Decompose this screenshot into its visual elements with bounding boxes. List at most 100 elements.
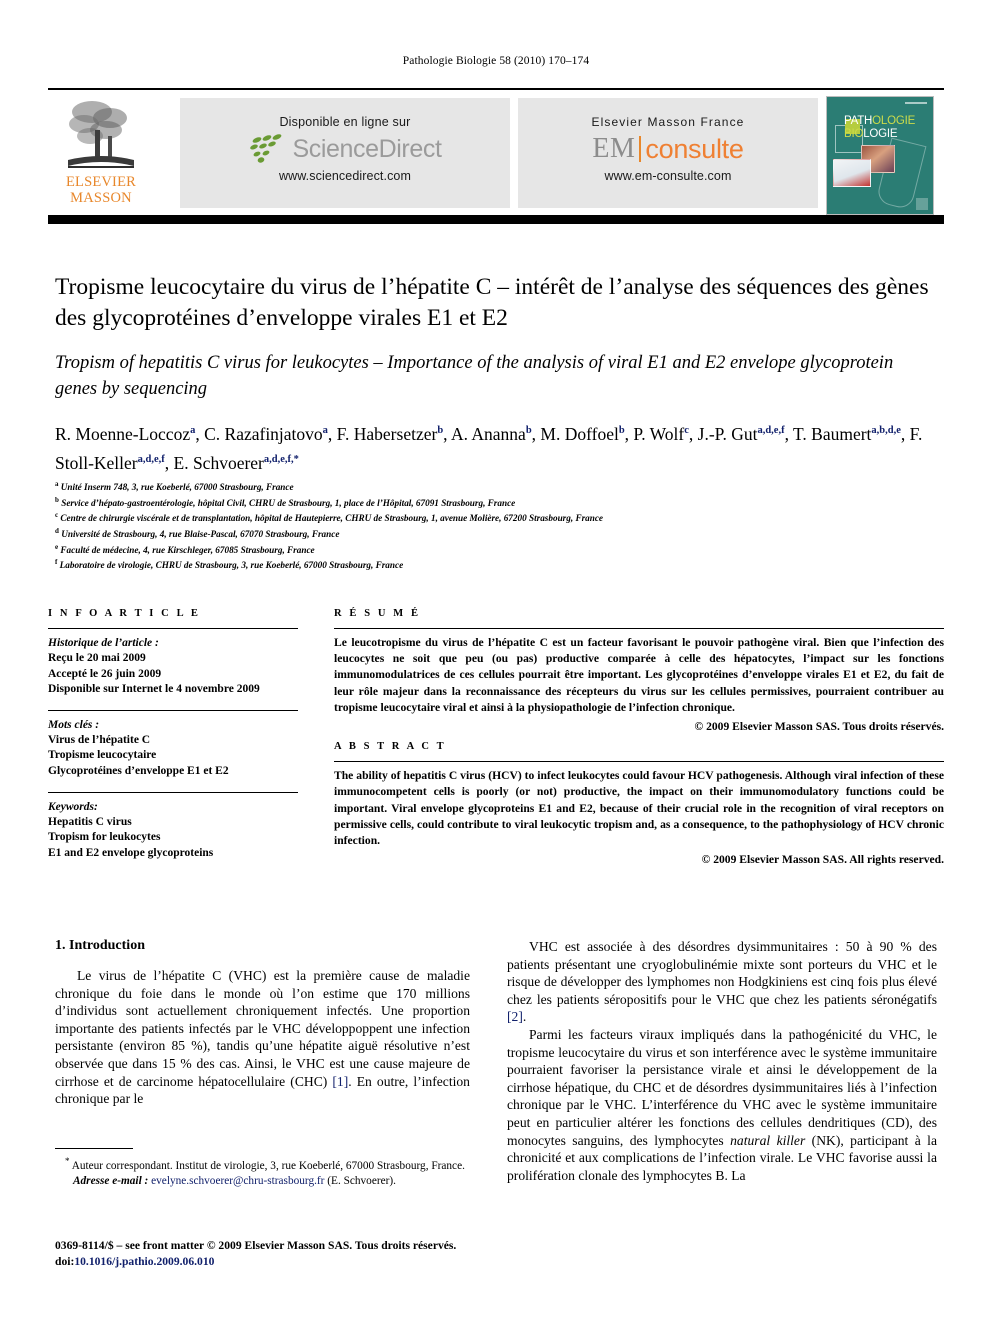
banner-top-rule (48, 88, 944, 90)
abstract-label: A B S T R A C T (334, 741, 447, 753)
info-article-label: I N F O A R T I C L E (48, 608, 201, 619)
email-label: Adresse e-mail : (73, 1174, 149, 1187)
sciencedirect-logo: ScienceDirect (180, 129, 510, 169)
info-line: Tropisme leucocytaire (48, 749, 157, 762)
banner-bottom-rule (48, 215, 944, 224)
author-affil-marks: a,d,e,f,* (263, 453, 299, 465)
abstract-column: R É S U M É Le leucotropisme du virus de… (334, 608, 944, 868)
info-divider-3 (48, 791, 298, 793)
journal-article-page: Pathologie Biologie 58 (2010) 170–174 EL… (0, 0, 992, 1323)
section-heading-introduction: 1. Introduction (55, 938, 145, 953)
email-note: Adresse e-mail : evelyne.schvoerer@chru-… (73, 1174, 396, 1187)
history-lines: Reçu le 20 mai 2009 Accepté le 26 juin 20… (48, 651, 298, 698)
affiliation-mark: b (55, 495, 59, 504)
sciencedirect-caption: Disponible en ligne sur (279, 115, 411, 129)
elsevier-masson-logo: ELSEVIER MASSON (60, 96, 142, 213)
footnote-rule (55, 1148, 133, 1149)
cover-title-part3: BIO (844, 127, 864, 140)
author-affil-marks: a (190, 425, 196, 436)
author-affil-marks: b (525, 425, 532, 436)
author: M. Doffoelb, (540, 423, 630, 444)
emconsulte-url[interactable]: www.em-consulte.com (518, 169, 818, 183)
emconsulte-logo: EM consulte (518, 129, 818, 169)
author: A. Anannab, (450, 423, 537, 444)
resume-text: Le leucotropisme du virus de l’hépatite … (334, 636, 944, 714)
body-column-left: 1. Introduction Le virus de l’hépatite C… (55, 938, 470, 1108)
emconsulte-divider (639, 136, 642, 162)
info-divider-2 (48, 709, 298, 711)
resume-divider (334, 628, 944, 629)
author-affil-marks: b (437, 425, 444, 436)
affiliation: b Service d’hépato-gastroentérologie, hô… (55, 495, 516, 508)
sciencedirect-panel[interactable]: Disponible en ligne sur ScienceDirect ww… (180, 98, 510, 208)
page-title-fr: Tropisme leucocytaire du virus de l’hépa… (55, 274, 929, 331)
sciencedirect-leaves-icon (250, 134, 282, 163)
keywords-label: Keywords: (48, 800, 98, 813)
info-line: Glycoprotéines d’enveloppe E1 et E2 (48, 764, 229, 777)
resume-label: R É S U M É (334, 608, 421, 619)
citation-link[interactable]: [1] (332, 1074, 348, 1089)
author: F. Habersetzerb, (336, 423, 448, 444)
cover-title-part1: PATH (844, 115, 873, 127)
intro-paragraph-right-1: VHC est associée à des désordres dysimmu… (507, 939, 937, 1025)
keywords-lines: Hepatitis C virus Tropism for leukocytes E… (48, 815, 298, 862)
cover-photo-2 (833, 159, 871, 187)
body-column-right: VHC est associée à des désordres dysimmu… (507, 938, 937, 1184)
italic-term: natural killer (730, 1132, 806, 1148)
author-affil-marks: a,d,e,f (757, 425, 785, 436)
author: E. Schvoerera,d,e,f,* (173, 452, 299, 473)
journal-cover-thumbnail[interactable]: PATHOLOGIE BIOLOGIE (826, 96, 934, 215)
info-line: Virus de l’hépatite C (48, 733, 151, 746)
author: J.-P. Guta,d,e,f, (697, 423, 789, 444)
info-article-column: I N F O A R T I C L E Historique de l’ar… (48, 608, 298, 861)
emconsulte-wordmark-em: EM (592, 133, 636, 164)
info-divider-1 (48, 628, 298, 629)
author-affil-marks: a (322, 425, 328, 436)
affiliation: a Unité Inserm 748, 3, rue Koeberlé, 670… (55, 480, 294, 493)
info-line: E1 and E2 envelope glycoproteins (48, 846, 214, 859)
emconsulte-panel[interactable]: Elsevier Masson France EM consulte www.e… (518, 98, 818, 208)
abstract-copyright: © 2009 Elsevier Masson SAS. All rights r… (701, 853, 944, 867)
affiliation: f Laboratoire de virologie, CHRU de Stra… (55, 558, 404, 571)
author-affil-marks: c (684, 425, 689, 436)
affiliation-mark: a (55, 480, 59, 488)
author: C. Razafinjatovoa, (204, 423, 333, 444)
affiliation-mark: c (55, 511, 59, 520)
doi-link[interactable]: 10.1016/j.pathio.2009.06.010 (74, 1255, 214, 1268)
cover-title: PATHOLOGIE BIOLOGIE (844, 115, 915, 140)
tree-logo-icon (62, 96, 140, 174)
publisher-logo-line1: ELSEVIER (65, 174, 137, 190)
cover-elsevier-mark (916, 198, 928, 210)
sciencedirect-url[interactable]: www.sciencedirect.com (180, 169, 510, 183)
cover-title-part2: OLOGIE (872, 115, 916, 127)
author-affil-marks: a,b,d,e (871, 425, 901, 436)
cover-top-line (905, 102, 927, 104)
intro-paragraph-left: Le virus de l’hépatite C (VHC) est la pr… (55, 968, 470, 1107)
imprint-line: 0369-8114/$ – see front matter © 2009 El… (55, 1239, 457, 1252)
footnote-block: * Auteur correspondant. Institut de viro… (55, 1148, 470, 1189)
author-affil-marks: b (618, 425, 625, 436)
email-link[interactable]: evelyne.schvoerer@chru-strasbourg.fr (151, 1175, 324, 1187)
doi-line: doi:10.1016/j.pathio.2009.06.010 (55, 1254, 215, 1268)
motscles-lines: Virus de l’hépatite C Tropisme leucocytai… (48, 733, 298, 780)
intro-paragraph-right-2: Parmi les facteurs viraux impliqués dans… (507, 1026, 937, 1183)
affiliation-list: a Unité Inserm 748, 3, rue Koeberlé, 670… (55, 478, 945, 572)
abstract-divider (334, 761, 944, 763)
abstract-text: The ability of hepatitis C virus (HCV) t… (334, 769, 944, 848)
affiliation-mark: f (55, 558, 58, 567)
imprint-block: 0369-8114/$ – see front matter © 2009 El… (55, 1238, 535, 1269)
info-line: Hepatitis C virus (48, 815, 132, 828)
corresponding-author-note: * Auteur correspondant. Institut de viro… (65, 1156, 465, 1172)
resume-copyright: © 2009 Elsevier Masson SAS. Tous droits … (694, 720, 944, 734)
journal-banner: ELSEVIER MASSON Disponible en ligne sur (48, 88, 944, 224)
page-title-en: Tropism of hepatitis C virus for leukocy… (55, 353, 894, 399)
info-line: Accepté le 26 juin 2009 (48, 667, 162, 680)
motscles-label: Mots clés : (48, 718, 100, 731)
affiliation: e Faculté de médecine, 4, rue Kirschlege… (55, 542, 315, 555)
info-line: Reçu le 20 mai 2009 (48, 652, 146, 664)
publisher-logo-line2: MASSON (70, 190, 132, 206)
affiliation: c Centre de chirurgie viscérale et de tr… (55, 511, 604, 524)
citation-link[interactable]: [2] (507, 1009, 523, 1024)
affiliation-mark: d (55, 526, 59, 535)
sciencedirect-wordmark: ScienceDirect (292, 134, 442, 163)
